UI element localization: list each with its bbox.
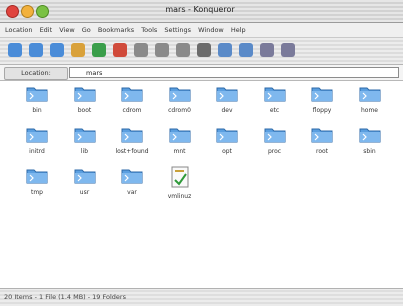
folder-item[interactable]: home: [346, 84, 394, 114]
menu-go[interactable]: Go: [82, 26, 91, 34]
file-name: mnt: [173, 148, 186, 155]
cut-icon[interactable]: [134, 43, 148, 57]
folder-item[interactable]: cdrom: [108, 84, 156, 114]
folder-icon: [298, 125, 346, 147]
file-name: etc: [269, 107, 280, 114]
file-name: cdrom: [122, 107, 142, 114]
file-name: sbin: [363, 148, 376, 155]
zoom-out-icon[interactable]: [239, 43, 253, 57]
folder-icon: [108, 166, 156, 188]
file-name: cdrom0: [168, 107, 191, 114]
folder-icon: [61, 166, 109, 188]
folder-item[interactable]: proc: [251, 125, 299, 155]
folder-item[interactable]: cdrom0: [156, 84, 204, 114]
folder-item[interactable]: bin: [13, 84, 61, 114]
folder-item[interactable]: initrd: [13, 125, 61, 155]
file-name: vmlinuz: [167, 193, 192, 200]
zoom-in-icon[interactable]: [218, 43, 232, 57]
folder-icon: [13, 125, 61, 147]
folder-item[interactable]: root: [298, 125, 346, 155]
file-name: tmp: [30, 189, 43, 196]
folder-icon: [13, 166, 61, 188]
folder-icon: [13, 84, 61, 106]
minimize-button[interactable]: [21, 5, 34, 18]
folder-item[interactable]: sbin: [346, 125, 394, 155]
file-name: lib: [80, 148, 89, 155]
home-icon[interactable]: [71, 43, 85, 57]
folder-item[interactable]: lib: [61, 125, 109, 155]
file-name: home: [360, 107, 378, 114]
copy-icon[interactable]: [155, 43, 169, 57]
title-bar: mars - Konqueror: [0, 0, 403, 23]
list-view-icon[interactable]: [281, 43, 295, 57]
file-name: lost+found: [115, 148, 149, 155]
folder-icon: [203, 125, 251, 147]
folder-icon: [156, 84, 204, 106]
file-name: proc: [267, 148, 282, 155]
file-view[interactable]: bin boot cdrom cdrom0 dev etc floppy home initrd…: [0, 81, 403, 287]
window-title: mars - Konqueror: [165, 5, 235, 14]
folder-icon: [61, 125, 109, 147]
folder-item[interactable]: dev: [203, 84, 251, 114]
menu-window[interactable]: Window: [198, 26, 224, 34]
file-name: floppy: [312, 107, 332, 114]
folder-icon: [108, 84, 156, 106]
menu-bookmarks[interactable]: Bookmarks: [98, 26, 134, 34]
back-icon[interactable]: [29, 43, 43, 57]
file-name: root: [315, 148, 329, 155]
file-name: initrd: [29, 148, 45, 155]
location-bar: Location: mars: [0, 65, 403, 81]
folder-icon: [61, 84, 109, 106]
reload-icon[interactable]: [92, 43, 106, 57]
icon-view-icon[interactable]: [260, 43, 274, 57]
file-name: boot: [77, 107, 92, 114]
print-icon[interactable]: [197, 43, 211, 57]
folder-icon: [203, 84, 251, 106]
status-bar: 20 Items - 1 File (1.4 MB) - 19 Folders: [0, 288, 403, 306]
folder-item[interactable]: floppy: [298, 84, 346, 114]
file-name: opt: [222, 148, 232, 155]
stop-icon[interactable]: [113, 43, 127, 57]
folder-item[interactable]: var: [108, 166, 156, 196]
menu-tools[interactable]: Tools: [141, 26, 157, 34]
folder-item[interactable]: opt: [203, 125, 251, 155]
close-button[interactable]: [6, 5, 19, 18]
folder-item[interactable]: lost+found: [108, 125, 156, 155]
folder-item[interactable]: usr: [61, 166, 109, 196]
menu-bar: Location Edit View Go Bookmarks Tools Se…: [0, 23, 403, 38]
menu-settings[interactable]: Settings: [164, 26, 191, 34]
folder-icon: [298, 84, 346, 106]
file-name: var: [127, 189, 137, 196]
up-icon[interactable]: [8, 43, 22, 57]
toolbar: [0, 38, 403, 65]
folder-icon: [346, 125, 394, 147]
folder-icon: [251, 125, 299, 147]
forward-icon[interactable]: [50, 43, 64, 57]
file-item[interactable]: vmlinuz: [156, 166, 204, 200]
folder-item[interactable]: etc: [251, 84, 299, 114]
file-name: usr: [79, 189, 90, 196]
folder-icon: [346, 84, 394, 106]
folder-item[interactable]: tmp: [13, 166, 61, 196]
folder-icon: [156, 125, 204, 147]
file-name: bin: [32, 107, 42, 114]
paste-icon[interactable]: [176, 43, 190, 57]
zoom-button[interactable]: [36, 5, 49, 18]
file-name: dev: [221, 107, 233, 114]
folder-icon: [251, 84, 299, 106]
menu-view[interactable]: View: [59, 26, 74, 34]
menu-edit[interactable]: Edit: [40, 26, 53, 34]
menu-help[interactable]: Help: [231, 26, 246, 34]
folder-item[interactable]: mnt: [156, 125, 204, 155]
status-text: 20 Items - 1 File (1.4 MB) - 19 Folders: [4, 293, 126, 301]
location-label[interactable]: Location:: [4, 67, 68, 80]
folder-item[interactable]: boot: [61, 84, 109, 114]
menu-location[interactable]: Location: [5, 26, 33, 34]
location-input[interactable]: mars: [69, 67, 399, 78]
file-icon: [156, 166, 204, 192]
folder-icon: [108, 125, 156, 147]
